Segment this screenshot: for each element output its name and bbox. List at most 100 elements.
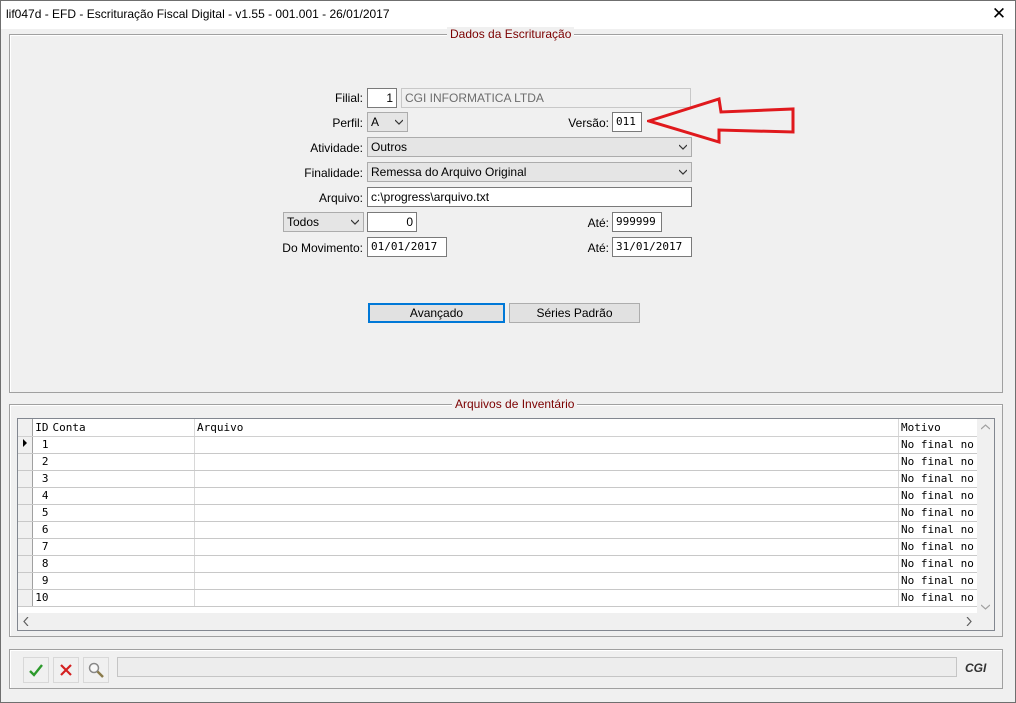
cell-id[interactable]: 5 <box>32 504 51 522</box>
cell-arquivo[interactable] <box>194 470 899 488</box>
table-row[interactable]: 6 No final no <box>18 521 979 539</box>
table-row[interactable]: 3 No final no <box>18 470 979 488</box>
atividade-value: Outros <box>371 140 408 154</box>
scroll-left-icon <box>23 617 29 626</box>
cell-id[interactable]: 3 <box>32 470 51 488</box>
movimento-from-input[interactable]: 01/01/2017 <box>367 237 447 257</box>
cell-motivo[interactable]: No final no <box>898 487 979 505</box>
row-indicator[interactable] <box>18 487 33 505</box>
cell-id[interactable]: 7 <box>32 538 51 556</box>
cgi-logo: CGI <box>965 661 987 675</box>
cell-id[interactable]: 4 <box>32 487 51 505</box>
arquivo-input[interactable]: c:\progress\arquivo.txt <box>367 187 692 207</box>
row-indicator[interactable] <box>18 436 33 454</box>
vertical-scrollbar[interactable] <box>977 419 994 615</box>
table-row[interactable]: 4 No final no <box>18 487 979 505</box>
atividade-select[interactable]: Outros <box>367 137 692 157</box>
series-padrao-button[interactable]: Séries Padrão <box>509 303 640 323</box>
row-indicator[interactable] <box>18 555 33 573</box>
cell-conta[interactable] <box>50 453 195 471</box>
cell-id[interactable]: 10 <box>32 589 51 607</box>
checkmark-icon <box>29 664 43 677</box>
scroll-up-icon <box>981 424 990 430</box>
table-row[interactable]: 10 No final no <box>18 589 979 607</box>
table-row[interactable]: 9 No final no <box>18 572 979 590</box>
cell-arquivo[interactable] <box>194 487 899 505</box>
arquivo-label: Arquivo: <box>318 191 363 205</box>
search-button[interactable] <box>83 657 109 683</box>
cell-motivo[interactable]: No final no <box>898 436 979 454</box>
cell-id[interactable]: 6 <box>32 521 51 539</box>
confirm-button[interactable] <box>23 657 49 683</box>
column-header-conta[interactable]: Conta <box>50 419 195 437</box>
cell-motivo[interactable]: No final no <box>898 453 979 471</box>
row-indicator[interactable] <box>18 572 33 590</box>
cell-conta[interactable] <box>50 487 195 505</box>
cell-motivo[interactable]: No final no <box>898 504 979 522</box>
column-header-motivo[interactable]: Motivo <box>898 419 979 437</box>
row-indicator[interactable] <box>18 538 33 556</box>
scroll-right-icon <box>966 617 972 626</box>
scroll-thumb[interactable] <box>35 615 971 628</box>
table-row[interactable]: 8 No final no <box>18 555 979 573</box>
filtro-value: Todos <box>287 215 320 229</box>
cell-arquivo[interactable] <box>194 521 899 539</box>
row-indicator[interactable] <box>18 453 33 471</box>
cell-arquivo[interactable] <box>194 453 899 471</box>
cell-conta[interactable] <box>50 572 195 590</box>
row-indicator[interactable] <box>18 504 33 522</box>
cell-conta[interactable] <box>50 470 195 488</box>
row-pointer-icon <box>23 439 27 447</box>
finalidade-select[interactable]: Remessa do Arquivo Original <box>367 162 692 182</box>
cell-conta[interactable] <box>50 436 195 454</box>
avancado-button[interactable]: Avançado <box>368 303 505 323</box>
filtro-to-input[interactable]: 999999 <box>612 212 662 232</box>
table-body: 1 No final no 2 No final no 3 No final n… <box>18 436 979 607</box>
cell-arquivo[interactable] <box>194 572 899 590</box>
cell-conta[interactable] <box>50 521 195 539</box>
cell-arquivo[interactable] <box>194 538 899 556</box>
cell-arquivo[interactable] <box>194 436 899 454</box>
table-row[interactable]: 5 No final no <box>18 504 979 522</box>
cell-motivo[interactable]: No final no <box>898 555 979 573</box>
cell-id[interactable]: 1 <box>32 436 51 454</box>
table-row[interactable]: 7 No final no <box>18 538 979 556</box>
filtro-select[interactable]: Todos <box>283 212 364 232</box>
row-indicator-header <box>18 419 33 437</box>
cell-conta[interactable] <box>50 538 195 556</box>
filtro-from-input[interactable]: 0 <box>367 212 417 232</box>
cell-motivo[interactable]: No final no <box>898 470 979 488</box>
table-row[interactable]: 1 No final no <box>18 436 979 454</box>
cell-conta[interactable] <box>50 504 195 522</box>
cell-id[interactable]: 9 <box>32 572 51 590</box>
table-row[interactable]: 2 No final no <box>18 453 979 471</box>
cell-motivo[interactable]: No final no <box>898 521 979 539</box>
perfil-select[interactable]: A <box>367 112 408 132</box>
cell-arquivo[interactable] <box>194 555 899 573</box>
inventario-grid[interactable]: ID Conta Arquivo Motivo 1 No final no 2 <box>17 418 995 631</box>
close-button[interactable]: ✕ <box>987 3 1011 25</box>
finalidade-value: Remessa do Arquivo Original <box>371 165 527 179</box>
table-header-row: ID Conta Arquivo Motivo <box>18 419 979 437</box>
cell-arquivo[interactable] <box>194 589 899 607</box>
cancel-button[interactable] <box>53 657 79 683</box>
row-indicator[interactable] <box>18 521 33 539</box>
row-indicator[interactable] <box>18 589 33 607</box>
cell-motivo[interactable]: No final no <box>898 538 979 556</box>
horizontal-scrollbar[interactable] <box>18 613 994 630</box>
search-magnifier-icon <box>88 662 104 678</box>
cell-motivo[interactable]: No final no <box>898 589 979 607</box>
cell-id[interactable]: 2 <box>32 453 51 471</box>
cell-id[interactable]: 8 <box>32 555 51 573</box>
versao-input[interactable]: 011 <box>612 112 642 132</box>
column-header-arquivo[interactable]: Arquivo <box>194 419 899 437</box>
cell-conta[interactable] <box>50 589 195 607</box>
cell-arquivo[interactable] <box>194 504 899 522</box>
column-header-id[interactable]: ID <box>32 419 51 437</box>
cell-motivo[interactable]: No final no <box>898 572 979 590</box>
cell-conta[interactable] <box>50 555 195 573</box>
movimento-to-input[interactable]: 31/01/2017 <box>612 237 692 257</box>
row-indicator[interactable] <box>18 470 33 488</box>
filial-code-input[interactable]: 1 <box>367 88 397 108</box>
cancel-x-icon <box>60 664 72 676</box>
